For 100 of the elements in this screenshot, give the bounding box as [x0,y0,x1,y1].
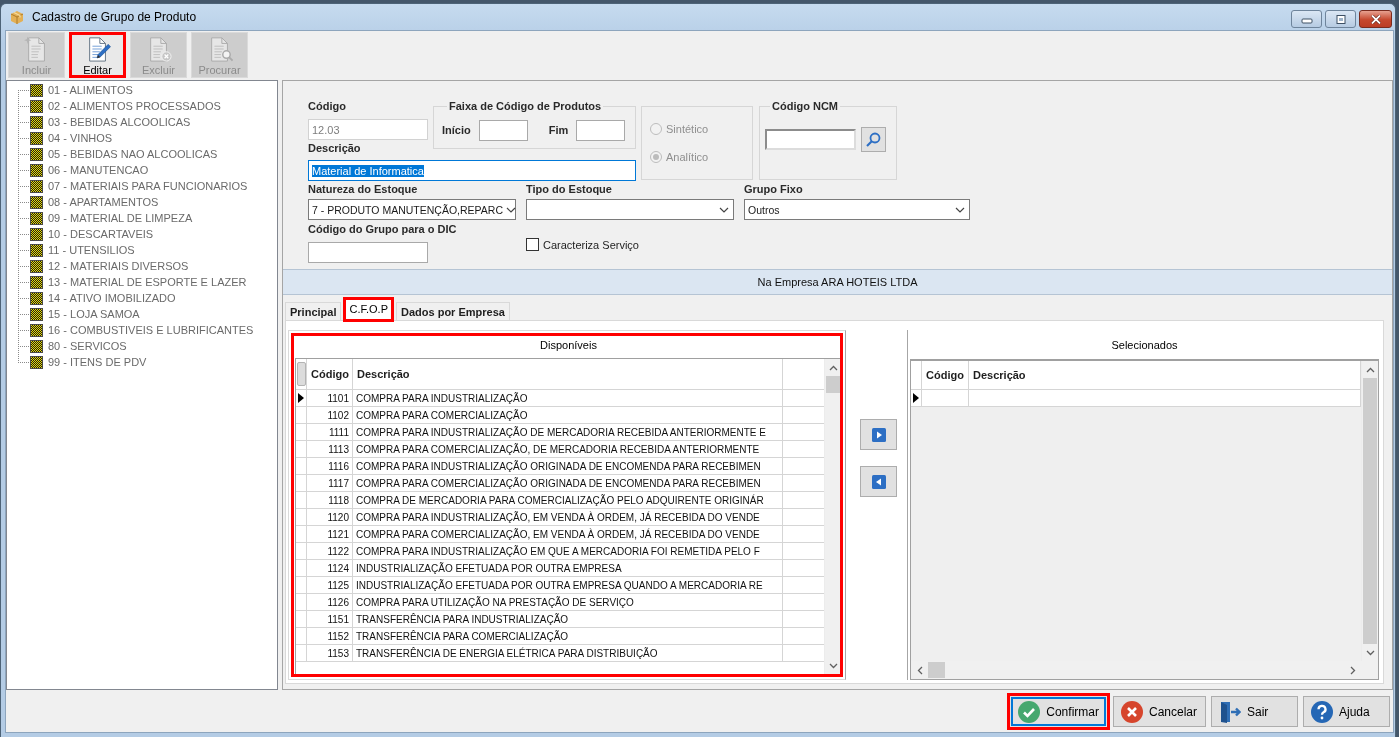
text-field[interactable] [765,129,856,150]
table-cell: TRANSFERÊNCIA DE ENERGIA ELÉTRICA PARA DISTRIBUIÇÃO [353,645,783,661]
checkered-square-icon [30,131,43,145]
tab[interactable]: C.F.O.P [343,297,394,322]
text-field[interactable] [308,242,428,263]
chevron-up-icon[interactable] [1365,366,1375,373]
chevron-up-icon[interactable] [828,364,838,371]
minimize-button[interactable] [1291,10,1322,28]
chevron-left-icon[interactable] [916,665,923,675]
dropdown[interactable]: Outros [744,199,970,220]
maximize-button[interactable] [1325,10,1356,28]
checkered-square-icon [30,243,43,257]
move-left-button[interactable] [860,466,897,497]
field-label: Descrição [308,142,362,155]
toolbar-button[interactable]: Editar [69,32,126,78]
tree-item[interactable]: 14 - ATIVO IMOBILIZADO [48,292,176,304]
footer-button[interactable]: Sair [1211,696,1298,727]
tab[interactable]: Principal [285,302,342,320]
help-icon [1311,700,1333,723]
search-icon [866,132,881,147]
tree-item[interactable]: 15 - LOJA SAMOA [48,308,140,320]
group-label: Código NCM [771,100,839,113]
checkered-square-icon [30,323,43,337]
checkered-square-icon [30,227,43,241]
scrollbar-thumb[interactable] [1363,378,1377,644]
tree-item[interactable]: 13 - MATERIAL DE ESPORTE E LAZER [48,276,247,288]
tree-item[interactable]: 12 - MATERIAIS DIVERSOS [48,260,189,272]
table-cell: TRANSFERÊNCIA PARA COMERCIALIZAÇÃO [353,628,783,644]
field-label: Grupo Fixo [744,183,804,196]
tab[interactable]: Dados por Empresa [396,302,510,320]
scrollbar-thumb[interactable] [928,662,945,678]
checkbox[interactable]: Caracteriza Serviço [526,238,639,251]
group-label: Faixa de Código de Produtos [448,100,603,113]
table-cell: TRANSFERÊNCIA PARA INDUSTRIALIZAÇÃO [353,611,783,627]
text-field[interactable] [478,120,528,141]
table-cell: 1116 [307,458,353,474]
checkered-square-icon [30,211,43,225]
checkered-square-icon [30,291,43,305]
table-cell: 1102 [307,407,353,423]
footer-button[interactable]: Ajuda [1303,696,1390,727]
tree-item[interactable]: 03 - BEBIDAS ALCOOLICAS [48,116,191,128]
table-cell: 1117 [307,475,353,491]
table-cell: 1151 [307,611,353,627]
checkered-square-icon [30,163,43,177]
check-circle-icon [1018,700,1041,723]
text-field[interactable]: Material de Informatica [308,160,636,181]
column-header[interactable]: Descrição [353,359,783,389]
table-cell: COMPRA PARA UTILIZAÇÃO NA PRESTAÇÃO DE SERVIÇO [353,594,783,610]
scrollbar-thumb[interactable] [826,376,840,393]
tree-item[interactable]: 11 - UTENSILIOS [48,244,135,256]
checkered-square-icon [30,179,43,193]
table-cell: 1126 [307,594,353,610]
tree-item[interactable]: 16 - COMBUSTIVEIS E LUBRIFICANTES [48,324,254,336]
table-cell: 1111 [307,424,353,440]
tree-item[interactable]: 10 - DESCARTAVEIS [48,228,154,240]
checkered-square-icon [30,195,43,209]
box-icon [10,10,24,24]
dropdown[interactable] [526,199,734,220]
tree-item[interactable]: 80 - SERVICOS [48,340,127,352]
panel-title: Disponíveis [539,337,598,353]
column-header[interactable]: Código [922,361,969,389]
tree-item[interactable]: 04 - VINHOS [48,132,113,144]
window-title: Cadastro de Grupo de Produto [32,10,198,24]
move-right-button[interactable] [860,419,897,450]
tree-item[interactable]: 06 - MANUTENCAO [48,164,149,176]
tree-item[interactable]: 07 - MATERIAIS PARA FUNCIONARIOS [48,180,248,192]
company-banner: Na Empresa ARA HOTEIS LTDA [283,269,1392,295]
chevron-right-icon[interactable] [1349,665,1356,675]
dropdown[interactable]: 7 - PRODUTO MANUTENÇÃO,REPARC [308,199,516,220]
scrollbar[interactable] [824,359,841,674]
table-cell: COMPRA PARA INDUSTRIALIZAÇÃO ORIGINADA DE ENCOMENDA PARA RECEBIMEN [353,458,783,474]
tree-item[interactable]: 01 - ALIMENTOS [48,84,133,96]
door-exit-icon [1219,700,1241,723]
close-button[interactable] [1359,10,1392,28]
table-cell: COMPRA PARA INDUSTRIALIZAÇÃO DE MERCADORIA RECEBIDA ANTERIORMENTE E [353,424,783,440]
table-cell: 1125 [307,577,353,593]
chevron-down-icon [719,206,729,213]
checkered-square-icon [30,147,43,161]
chevron-down-icon[interactable] [828,662,838,669]
checkered-square-icon [30,115,43,129]
table-cell: 1118 [307,492,353,508]
chevron-down-icon [505,206,516,213]
tree-item[interactable]: 09 - MATERIAL DE LIMPEZA [48,212,193,224]
table-cell: 1120 [307,509,353,525]
footer-button[interactable]: Confirmar [1007,693,1110,730]
field-label: Tipo do Estoque [526,183,613,196]
checkered-square-icon [30,355,43,369]
text-field[interactable] [576,120,626,141]
checkered-square-icon [30,275,43,289]
row-selector-header [296,362,306,386]
tree-item[interactable]: 05 - BEBIDAS NAO ALCOOLICAS [48,148,218,160]
column-header[interactable]: Código [307,359,353,389]
table-cell: 1113 [307,441,353,457]
search-button[interactable] [861,127,886,152]
tree-item[interactable]: 99 - ITENS DE PDV [48,356,147,368]
panel-title: Selecionados [1110,337,1179,353]
tree-item[interactable]: 02 - ALIMENTOS PROCESSADOS [48,100,221,112]
chevron-down-icon[interactable] [1365,649,1375,656]
tree-item[interactable]: 08 - APARTAMENTOS [48,196,159,208]
footer-button[interactable]: Cancelar [1112,696,1206,727]
